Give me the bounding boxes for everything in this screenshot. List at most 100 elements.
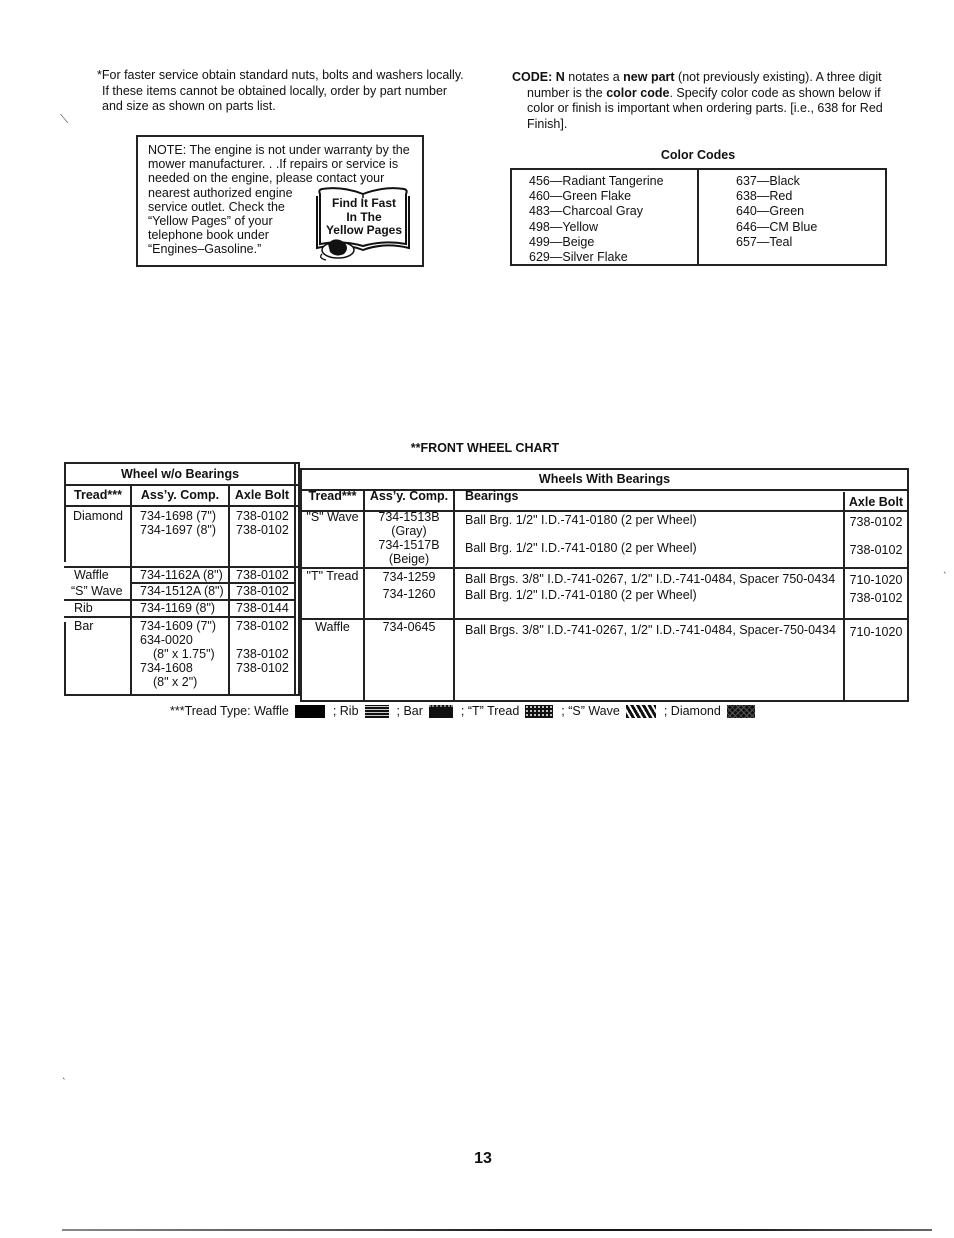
part-size: (8" x 1.75") [153,647,215,661]
color-codes-table: 456—Radiant Tangerine 460—Green Flake 48… [510,168,887,266]
yp-line: Yellow Pages [325,223,403,237]
color-codes-right-column: 637—Black 638—Red 640—Green 646—CM Blue … [699,170,885,264]
rule [907,468,909,702]
part-number: 738-0102 [236,509,289,523]
col-header-axle-bolt: Axle Bolt [234,488,290,502]
col-header-axle-bolt: Axle Bolt [848,495,904,509]
bearings-cell: Ball Brgs. 3/8" I.D.-741-0267, 1/2" I.D.… [465,623,836,637]
tread-cell: Waffle [74,568,109,582]
assy-cell: 734-1259 734-1260 [365,569,453,603]
tread-cell: Diamond [72,509,124,523]
bolt-cell: 738-0102 738-0102 [236,509,296,537]
note-line: telephone book under [148,228,269,243]
part-number: 734-1513B [378,510,440,524]
color-code-item: 460—Green Flake [529,189,632,204]
code-line-3: color or finish is important when orderi… [527,101,883,115]
tread-type-legend: ***Tread Type: Waffle ; Rib ; Bar ; “T” … [170,704,763,718]
legend-prefix: ***Tread Type: Waffle [170,704,289,718]
part-size: (8" x 2") [153,675,198,689]
bolt-cell: 738-0144 [236,601,289,615]
assy-cell: 734-1513B (Gray) 734-1517B (Beige) [365,510,453,566]
bolt-cell: 738-0102 [236,568,289,582]
legend-label: ; Bar [396,704,423,718]
rule [64,462,300,464]
waffle-tread-icon [294,704,325,718]
color-code-item: 637—Black [736,174,800,188]
t-tread-icon [525,704,554,718]
tread-cell: Waffle [315,620,350,634]
tread-cell: “S” Wave [71,584,123,598]
rule [300,468,302,702]
footer-rule [62,1229,932,1231]
part-number: 734-1609 (7") [140,619,217,633]
tread-cell: Rib [74,601,93,615]
page-number: 13 [474,1150,492,1167]
note-line: “Yellow Pages” of your [148,214,273,229]
engine-warranty-note-box: NOTE: The engine is not under warranty b… [136,135,424,267]
assy-cell: 734-1169 (8") [140,601,216,615]
note-line: service outlet. Check the [148,199,285,214]
part-color: (Gray) [391,524,427,538]
col-header-bearings: Bearings [465,489,519,503]
tread-cell: "S" Wave [306,510,359,524]
part-number: 634-0020 [140,633,193,647]
fastener-note-line: *For faster service obtain standard nuts… [97,68,464,82]
s-wave-tread-icon [625,704,656,718]
color-code-note: CODE: N notates a new part (not previous… [512,70,892,132]
bolt-cell: 738-0102 738-0102 738-0102 [236,619,296,675]
color-code-item: 483—Charcoal Gray [529,204,643,219]
tread-cell: "T" Tread [306,569,359,583]
bearings-cell: Ball Brg. 1/2" I.D.-741-0180 (2 per Whee… [465,541,697,555]
color-code-item: 456—Radiant Tangerine [529,174,664,188]
code-text: (not previously existing). A three digit [674,70,882,84]
scan-mark: ˎ [943,560,947,574]
bolt-cell: 738-0102 [849,591,903,605]
part-number: 734-1260 [382,587,436,601]
bolt-cell: 710-1020 [849,625,903,639]
yp-line: Find It Fast [332,196,396,210]
bar-tread-icon [428,704,453,718]
rule [64,622,66,696]
code-text: number is the [527,85,607,100]
code-text: notates a [564,70,624,84]
rule [300,468,909,470]
code-label: CODE: N [512,70,565,84]
note-line: mower manufacturer. . .If repairs or ser… [148,157,399,172]
color-code-item: 657—Teal [736,234,793,249]
color-code-item: 640—Green [736,204,805,219]
legend-label: ; Rib [332,704,359,718]
new-part-term: new part [623,70,675,84]
note-line: nearest authorized engine [148,185,293,200]
color-code-term: color code [606,85,670,100]
diamond-tread-icon [726,704,755,718]
color-code-item: 498—Yellow [529,219,599,234]
front-wheel-chart-title: **FRONT WHEEL CHART [410,441,560,455]
wheels-with-bearings-heading: Wheels With Bearings [538,472,671,486]
front-wheel-chart-table: Wheel w/o Bearings Tread*** Ass’y. Comp.… [64,462,909,703]
assy-cell: 734-1162A (8") [140,568,223,582]
note-line: “Engines–Gasoline.” [148,242,262,257]
assy-cell: 734-1609 (7") 634-0020 (8" x 1.75") 734-… [140,619,230,689]
scan-mark: ˎ [62,1066,66,1080]
part-number: 738-0102 [236,647,289,661]
col-header-assy-comp: Ass’y. Comp. [369,489,449,503]
fastener-note-line: and size as shown on parts list. [102,99,276,113]
col-header-tread: Tread*** [308,489,357,503]
rule [300,700,909,702]
part-number: 734-1608 [140,661,193,675]
bolt-cell: 710-1020 [849,573,903,587]
legend-label: ; “T” Tread [460,704,520,718]
bearings-cell: Ball Brg. 1/2" I.D.-741-0180 (2 per Whee… [465,513,697,527]
color-code-item: 646—CM Blue [736,219,818,234]
assy-cell: 734-0645 [382,620,436,634]
code-text: . Specify color code as shown below if [669,85,881,100]
tread-cell: Bar [74,619,94,633]
assy-cell: 734-1512A (8") [140,584,224,598]
bolt-cell: 738-0102 [236,584,289,598]
part-number: 734-1698 (7") [140,509,217,523]
color-code-item: 499—Beige [529,234,595,249]
part-number: 734-1517B [378,538,440,552]
yellow-pages-text: Find It Fast In The Yellow Pages [322,196,406,238]
wheel-without-bearings-heading: Wheel w/o Bearings [120,467,240,481]
part-number: 738-0102 [236,619,289,633]
